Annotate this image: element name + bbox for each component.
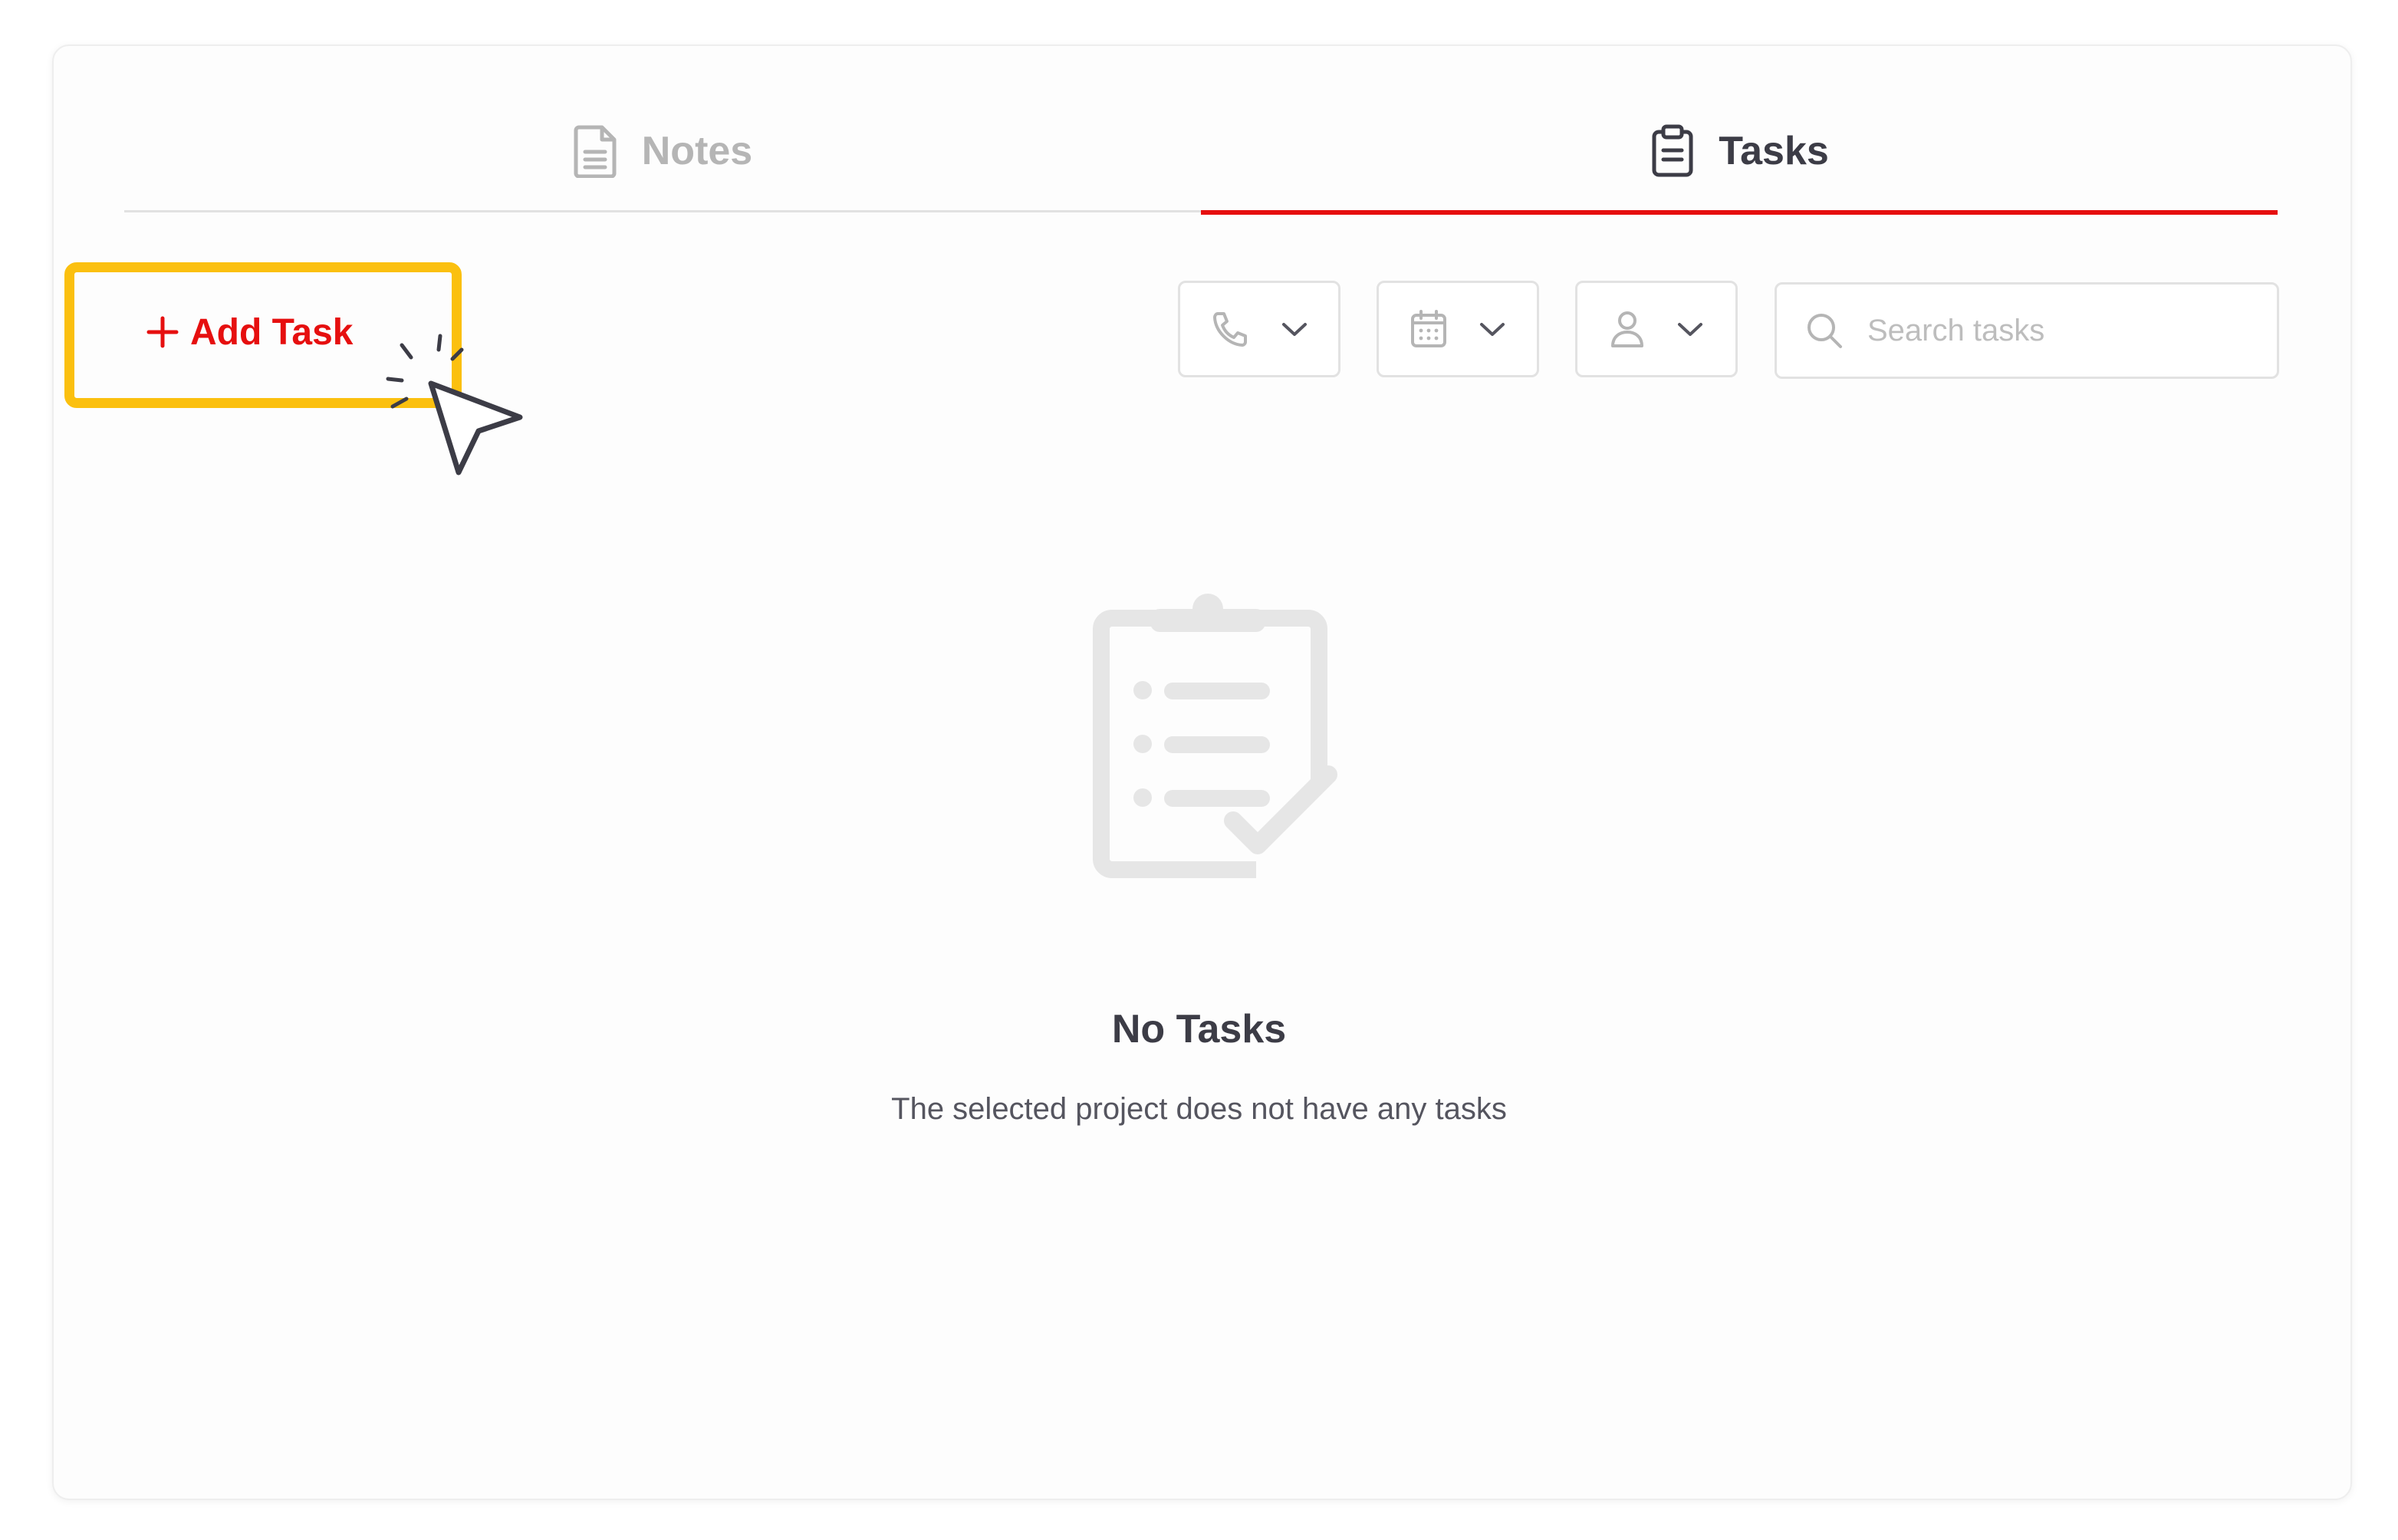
tab-notes[interactable]: Notes [124, 92, 1201, 212]
tab-tasks[interactable]: Tasks [1201, 92, 2278, 215]
phone-icon [1213, 312, 1247, 347]
tab-bar: Notes Tasks [124, 92, 2279, 215]
add-task-label: Add Task [190, 311, 354, 353]
user-icon [1611, 311, 1643, 347]
plus-icon [146, 316, 179, 348]
empty-clipboard-icon [1093, 594, 1337, 878]
assignee-filter-dropdown[interactable] [1575, 281, 1738, 377]
search-input[interactable] [1867, 313, 2266, 348]
phone-filter-dropdown[interactable] [1178, 281, 1340, 377]
chevron-down-icon [1678, 323, 1702, 336]
search-box[interactable] [1775, 282, 2279, 379]
tab-notes-label: Notes [641, 129, 753, 173]
date-filter-dropdown[interactable] [1377, 281, 1539, 377]
calendar-icon [1411, 310, 1446, 347]
chevron-down-icon [1282, 323, 1307, 336]
document-icon [574, 125, 617, 178]
empty-state-title: No Tasks [1111, 1007, 1287, 1051]
clipboard-icon [1652, 124, 1693, 177]
tab-tasks-label: Tasks [1719, 129, 1829, 173]
search-icon [1808, 314, 1842, 348]
empty-state-subtitle: The selected project does not have any t… [891, 1092, 1507, 1126]
chevron-down-icon [1480, 323, 1505, 336]
add-task-button[interactable]: Add Task [146, 302, 353, 362]
cursor-click-icon [386, 334, 523, 475]
